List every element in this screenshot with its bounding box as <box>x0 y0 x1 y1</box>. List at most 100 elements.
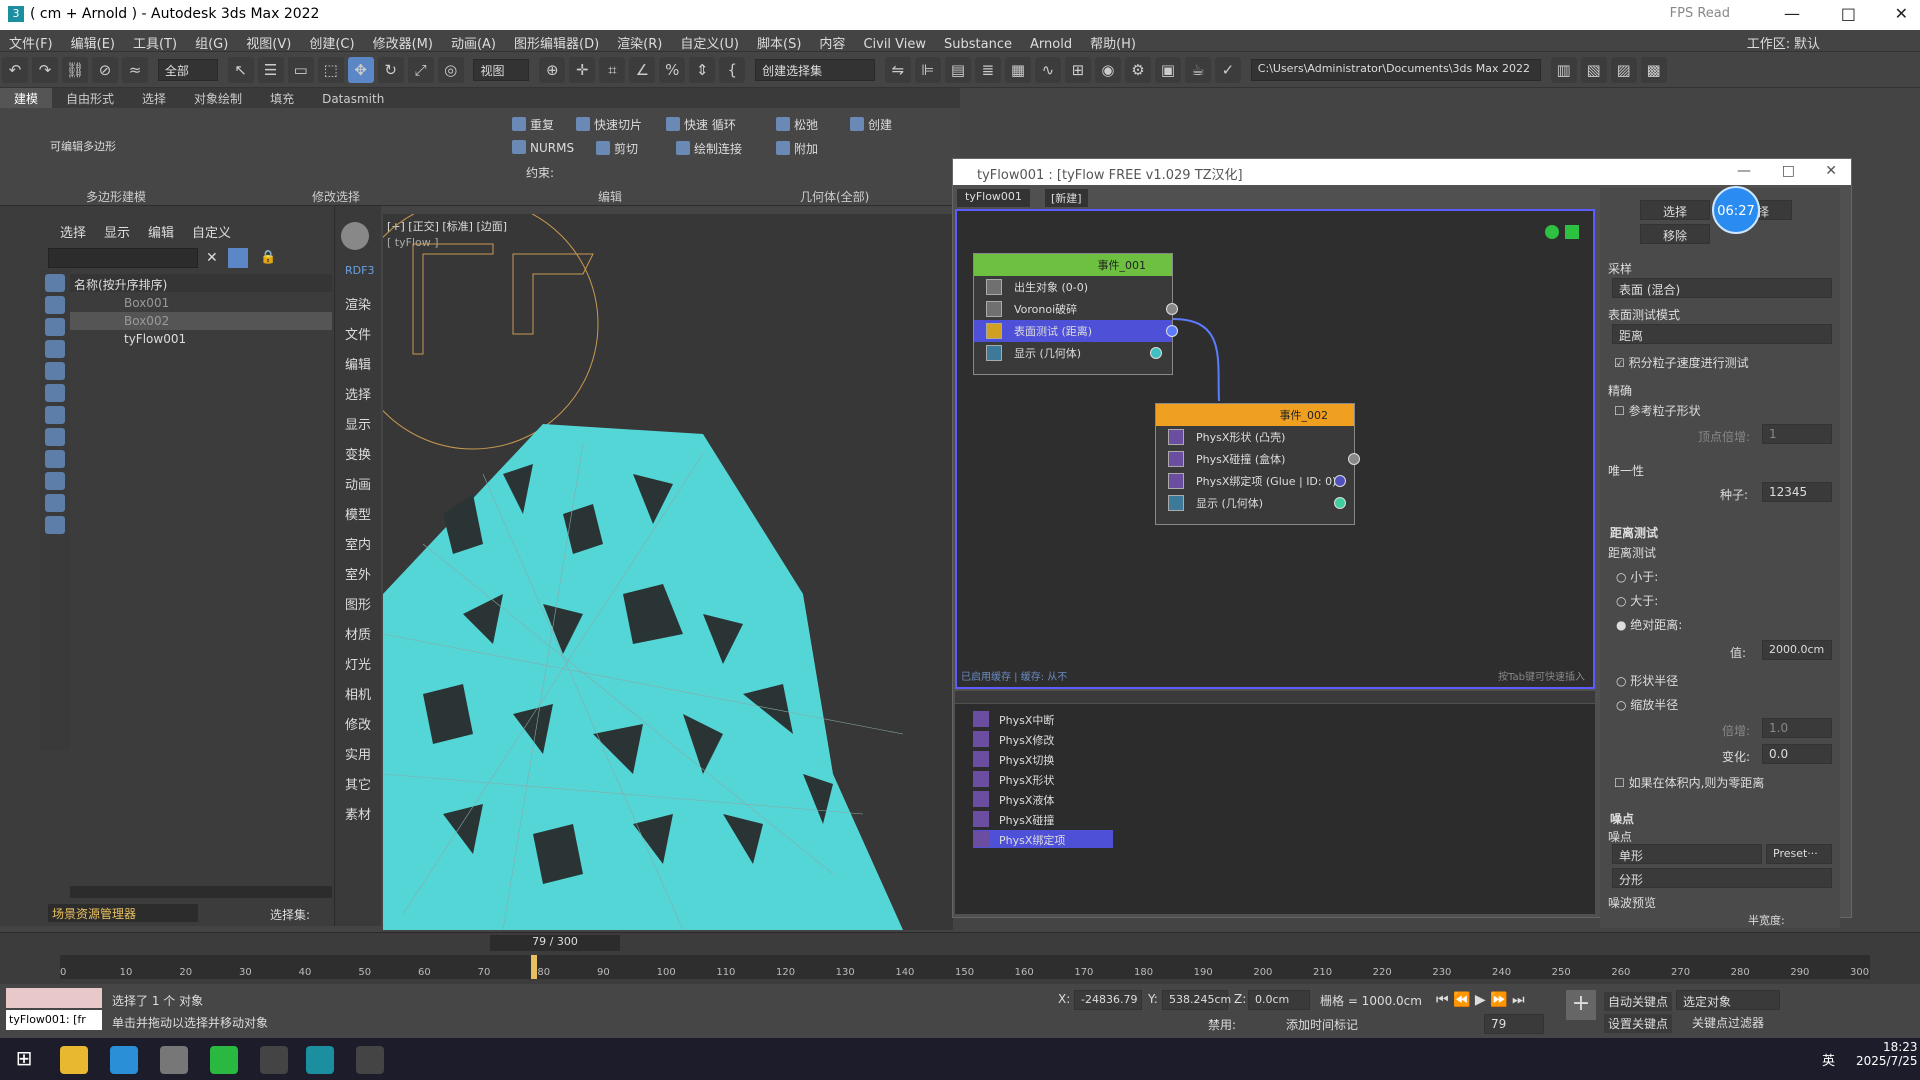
ref-shape-checkbox[interactable]: ☐ 参考粒子形状 <box>1614 402 1701 419</box>
cmd-material[interactable]: 材质 <box>345 624 371 643</box>
playback-controls[interactable]: ⏮ ⏪ ▶ ⏩ ⏭ <box>1436 992 1525 1008</box>
explorer-scrollbar[interactable] <box>70 886 332 898</box>
named-selection-dropdown[interactable]: 创建选择集 <box>755 59 876 81</box>
palette-physx-shape[interactable]: PhysX形状 <box>973 770 1113 788</box>
palette-physx-fluid[interactable]: PhysX液体 <box>973 790 1113 808</box>
wechat-icon[interactable] <box>210 1046 238 1074</box>
explorer-tab-customize[interactable]: 自定义 <box>192 222 231 241</box>
key-filters-button[interactable]: 关键点过滤器 <box>1692 1014 1764 1031</box>
layer-explorer-icon[interactable]: ≣ <box>974 57 1001 83</box>
viewport[interactable]: [+] [正交] [标准] [边面] [ tyFlow ] <box>383 214 953 930</box>
event-header-002[interactable]: 事件_002 <box>1156 404 1354 426</box>
explorer-row-box001[interactable]: Box001 <box>70 294 332 312</box>
tyflow-close-icon[interactable]: ✕ <box>1825 163 1837 179</box>
quickloop-button[interactable]: 快速 循环 <box>666 116 736 133</box>
placement-icon[interactable]: ◎ <box>437 57 464 83</box>
display-xrefs-icon[interactable] <box>45 450 65 468</box>
display-shapes-icon[interactable] <box>45 318 65 336</box>
operator-surface-test[interactable]: 表面测试 (距离) <box>974 320 1178 342</box>
repeat-button[interactable]: 重复 <box>512 116 554 133</box>
scale-icon[interactable]: ⤢ <box>407 57 434 83</box>
explorer-tab-display[interactable]: 显示 <box>104 222 130 241</box>
explorer-row-box002[interactable]: Box002 <box>70 312 332 330</box>
window-crossing-icon[interactable]: ⬚ <box>317 57 344 83</box>
cmd-shapes[interactable]: 图形 <box>345 594 371 613</box>
vert-mult-field[interactable]: 1 <box>1762 424 1832 444</box>
arnold-icon[interactable]: ✓ <box>1214 57 1241 83</box>
cmd-modify[interactable]: 修改 <box>345 714 371 733</box>
playhead[interactable] <box>531 955 538 979</box>
display-groups-icon[interactable] <box>45 428 65 446</box>
lock-icon[interactable]: 🔒 <box>260 250 276 265</box>
cmd-rdf3[interactable]: RDF3 <box>345 264 374 277</box>
display-frozen-icon[interactable] <box>45 516 65 534</box>
explorer-tab-edit[interactable]: 编辑 <box>148 222 174 241</box>
value-field[interactable]: 2000.0cm <box>1762 640 1832 660</box>
operator-birth-objects[interactable]: 出生对象 (0-0) <box>974 276 1172 298</box>
tyflow-tab[interactable]: tyFlow001 <box>957 189 1030 207</box>
tyflow-maximize-icon[interactable]: □ <box>1782 163 1795 179</box>
selection-filter-dropdown[interactable]: 全部 <box>157 59 218 81</box>
operator-voronoi[interactable]: Voronoi破碎 <box>974 298 1178 320</box>
cmd-lights[interactable]: 灯光 <box>345 654 371 673</box>
angle-snap-icon[interactable]: ∠ <box>629 57 656 83</box>
cmd-interior[interactable]: 室内 <box>345 534 371 553</box>
tyflow-minimize-icon[interactable]: — <box>1737 163 1751 179</box>
operator-physx-collision[interactable]: PhysX碰撞 (盒体) <box>1156 448 1360 470</box>
operator-category-bar[interactable] <box>955 691 1595 703</box>
close-icon[interactable]: ✕ <box>1895 4 1908 23</box>
rect-select-icon[interactable]: ▭ <box>287 57 314 83</box>
palette-physx-bind[interactable]: PhysX绑定项 <box>973 830 1113 848</box>
minimize-icon[interactable]: — <box>1784 4 1800 23</box>
schematic-icon[interactable]: ⊞ <box>1064 57 1091 83</box>
project-path-dropdown[interactable]: C:\Users\Administrator\Documents\3ds Max… <box>1250 59 1541 81</box>
noise-type-dropdown[interactable]: 单形 <box>1612 844 1762 864</box>
set-key-icon[interactable]: + <box>1566 990 1596 1020</box>
remove-button[interactable]: 移除 <box>1640 224 1710 244</box>
3dsmax-taskbar-icon[interactable] <box>306 1046 334 1074</box>
cmd-render[interactable]: 渲染 <box>345 294 371 313</box>
object-name-field[interactable]: tyFlow001: [fr <box>6 1010 102 1030</box>
operator-display-1[interactable]: 显示 (几何体) <box>974 342 1172 364</box>
display-cameras-icon[interactable] <box>45 362 65 380</box>
shield-icon[interactable] <box>341 222 369 250</box>
cmd-display[interactable]: 显示 <box>345 414 371 433</box>
surface-mode-dropdown[interactable]: 距离 <box>1612 324 1832 344</box>
unlink-icon[interactable]: ⊘ <box>92 57 118 83</box>
display-bones-icon[interactable] <box>45 472 65 490</box>
explorer-row-tyflow001[interactable]: tyFlow001 <box>70 330 332 348</box>
distance-test-rollout[interactable]: 距离测试 <box>1610 524 1658 541</box>
maxscript-listener[interactable] <box>6 988 102 1008</box>
cmd-camera[interactable]: 相机 <box>345 684 371 703</box>
relax-button[interactable]: 松弛 <box>776 116 818 133</box>
event-node-001[interactable]: 事件_001 出生对象 (0-0) Voronoi破碎 表面测试 (距离) 显示… <box>973 253 1178 375</box>
absolute-distance-radio[interactable]: ● 绝对距离: <box>1616 616 1682 633</box>
tab-populate[interactable]: 填充 <box>256 88 308 109</box>
ribbon-toggle-icon[interactable]: ▦ <box>1004 57 1031 83</box>
cmd-edit[interactable]: 编辑 <box>345 354 371 373</box>
paint-connect-button[interactable]: 绘制连接 <box>676 140 742 157</box>
bind-space-warp-icon[interactable]: ≈ <box>122 57 148 83</box>
output-port-icon[interactable] <box>1348 453 1360 465</box>
display-color-icon[interactable] <box>1334 497 1346 509</box>
tyflow-node-graph[interactable]: 事件_001 出生对象 (0-0) Voronoi破碎 表面测试 (距离) 显示… <box>955 209 1595 689</box>
operator-physx-bind[interactable]: PhysX绑定项 (Glue | ID: 0) <box>1156 470 1354 492</box>
keyboard-shortcut-icon[interactable]: ✛ <box>569 57 596 83</box>
palette-physx-collision[interactable]: PhysX碰撞 <box>973 810 1113 828</box>
greater-than-radio[interactable]: ○ 大于: <box>1616 592 1658 609</box>
palette-physx-modify[interactable]: PhysX修改 <box>973 730 1113 748</box>
workspace-selector[interactable]: 工作区: 默认 <box>1747 33 1820 52</box>
auto-key-button[interactable]: 自动关键点 <box>1604 992 1673 1011</box>
set-project-icon[interactable]: ▧ <box>1580 57 1607 83</box>
unreal-engine-2-icon[interactable] <box>356 1046 384 1074</box>
palette-physx-switch[interactable]: PhysX切换 <box>973 750 1113 768</box>
nurms-button[interactable]: NURMS <box>512 140 574 155</box>
set-key-button[interactable]: 设置关键点 <box>1604 1014 1673 1033</box>
edge-browser-icon[interactable] <box>110 1046 138 1074</box>
display-warps-icon[interactable] <box>45 406 65 424</box>
project-extra-icon[interactable]: ▩ <box>1640 57 1667 83</box>
attach-button[interactable]: 附加 <box>776 140 818 157</box>
mult-field[interactable]: 1.0 <box>1762 718 1832 738</box>
x-coord-field[interactable]: -24836.79 <box>1074 990 1142 1010</box>
tab-datasmith[interactable]: Datasmith <box>308 90 398 108</box>
